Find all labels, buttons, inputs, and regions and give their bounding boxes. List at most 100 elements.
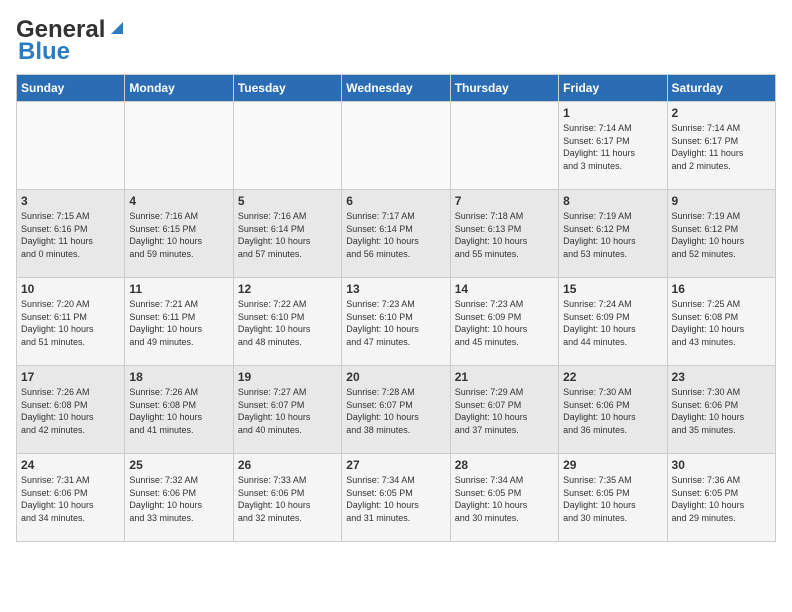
- day-cell: 25 Sunrise: 7:32 AM Sunset: 6:06 PM Dayli…: [125, 454, 233, 542]
- day-info: Sunrise: 7:15 AM Sunset: 6:16 PM Dayligh…: [21, 210, 120, 260]
- week-row-2: 3 Sunrise: 7:15 AM Sunset: 6:16 PM Daylig…: [17, 190, 776, 278]
- day-info: Sunrise: 7:30 AM Sunset: 6:06 PM Dayligh…: [672, 386, 771, 436]
- day-number: 17: [21, 370, 120, 384]
- day-cell: 22Sunrise: 7:30 AM Sunset: 6:06 PM Dayli…: [559, 366, 667, 454]
- calendar-body: 1 Sunrise: 7:14 AM Sunset: 6:17 PM Daylig…: [17, 102, 776, 542]
- day-number: 15: [563, 282, 662, 296]
- day-cell: 1 Sunrise: 7:14 AM Sunset: 6:17 PM Daylig…: [559, 102, 667, 190]
- day-cell: 5Sunrise: 7:16 AM Sunset: 6:14 PM Daylig…: [233, 190, 341, 278]
- day-cell: 10 Sunrise: 7:20 AM Sunset: 6:11 PM Dayli…: [17, 278, 125, 366]
- day-cell: 4Sunrise: 7:16 AM Sunset: 6:15 PM Daylig…: [125, 190, 233, 278]
- day-info: Sunrise: 7:19 AM Sunset: 6:12 PM Dayligh…: [563, 210, 662, 260]
- day-number: 13: [346, 282, 445, 296]
- day-info: Sunrise: 7:36 AM Sunset: 6:05 PM Dayligh…: [672, 474, 771, 524]
- day-cell: [450, 102, 558, 190]
- day-number: 24: [21, 458, 120, 472]
- day-number: 10: [21, 282, 120, 296]
- day-info: Sunrise: 7:14 AM Sunset: 6:17 PM Dayligh…: [563, 122, 662, 172]
- day-cell: 27Sunrise: 7:34 AM Sunset: 6:05 PM Dayli…: [342, 454, 450, 542]
- day-number: 29: [563, 458, 662, 472]
- day-cell: 19 Sunrise: 7:27 AM Sunset: 6:07 PM Dayli…: [233, 366, 341, 454]
- day-number: 18: [129, 370, 228, 384]
- day-cell: 12 Sunrise: 7:22 AM Sunset: 6:10 PM Dayli…: [233, 278, 341, 366]
- day-info: Sunrise: 7:34 AM Sunset: 6:05 PM Dayligh…: [455, 474, 554, 524]
- calendar-table: SundayMondayTuesdayWednesdayThursdayFrid…: [16, 74, 776, 542]
- column-header-friday: Friday: [559, 75, 667, 102]
- day-number: 19: [238, 370, 337, 384]
- day-number: 7: [455, 194, 554, 208]
- day-cell: 6Sunrise: 7:17 AM Sunset: 6:14 PM Daylig…: [342, 190, 450, 278]
- header-row: SundayMondayTuesdayWednesdayThursdayFrid…: [17, 75, 776, 102]
- day-cell: [125, 102, 233, 190]
- week-row-1: 1 Sunrise: 7:14 AM Sunset: 6:17 PM Daylig…: [17, 102, 776, 190]
- day-info: Sunrise: 7:19 AM Sunset: 6:12 PM Dayligh…: [672, 210, 771, 260]
- page-header: General Blue: [16, 16, 776, 66]
- day-info: Sunrise: 7:32 AM Sunset: 6:06 PM Dayligh…: [129, 474, 228, 524]
- day-number: 16: [672, 282, 771, 296]
- day-cell: 15 Sunrise: 7:24 AM Sunset: 6:09 PM Dayli…: [559, 278, 667, 366]
- day-number: 9: [672, 194, 771, 208]
- logo-arrow-icon: [107, 18, 127, 38]
- column-header-sunday: Sunday: [17, 75, 125, 102]
- day-cell: 2 Sunrise: 7:14 AM Sunset: 6:17 PM Daylig…: [667, 102, 775, 190]
- day-number: 20: [346, 370, 445, 384]
- day-info: Sunrise: 7:34 AM Sunset: 6:05 PM Dayligh…: [346, 474, 445, 524]
- day-number: 8: [563, 194, 662, 208]
- day-info: Sunrise: 7:30 AM Sunset: 6:06 PM Dayligh…: [563, 386, 662, 436]
- day-number: 11: [129, 282, 228, 296]
- day-cell: 20 Sunrise: 7:28 AM Sunset: 6:07 PM Dayli…: [342, 366, 450, 454]
- day-info: Sunrise: 7:14 AM Sunset: 6:17 PM Dayligh…: [672, 122, 771, 172]
- day-info: Sunrise: 7:31 AM Sunset: 6:06 PM Dayligh…: [21, 474, 120, 524]
- day-cell: 8 Sunrise: 7:19 AM Sunset: 6:12 PM Daylig…: [559, 190, 667, 278]
- day-cell: 18 Sunrise: 7:26 AM Sunset: 6:08 PM Dayli…: [125, 366, 233, 454]
- day-number: 28: [455, 458, 554, 472]
- day-cell: 24 Sunrise: 7:31 AM Sunset: 6:06 PM Dayli…: [17, 454, 125, 542]
- day-info: Sunrise: 7:27 AM Sunset: 6:07 PM Dayligh…: [238, 386, 337, 436]
- day-info: Sunrise: 7:23 AM Sunset: 6:10 PM Dayligh…: [346, 298, 445, 348]
- day-cell: 21Sunrise: 7:29 AM Sunset: 6:07 PM Dayli…: [450, 366, 558, 454]
- day-info: Sunrise: 7:26 AM Sunset: 6:08 PM Dayligh…: [129, 386, 228, 436]
- week-row-5: 24 Sunrise: 7:31 AM Sunset: 6:06 PM Dayli…: [17, 454, 776, 542]
- day-info: Sunrise: 7:26 AM Sunset: 6:08 PM Dayligh…: [21, 386, 120, 436]
- day-number: 3: [21, 194, 120, 208]
- day-info: Sunrise: 7:23 AM Sunset: 6:09 PM Dayligh…: [455, 298, 554, 348]
- column-header-thursday: Thursday: [450, 75, 558, 102]
- day-info: Sunrise: 7:22 AM Sunset: 6:10 PM Dayligh…: [238, 298, 337, 348]
- day-cell: 17 Sunrise: 7:26 AM Sunset: 6:08 PM Dayli…: [17, 366, 125, 454]
- day-info: Sunrise: 7:24 AM Sunset: 6:09 PM Dayligh…: [563, 298, 662, 348]
- column-header-monday: Monday: [125, 75, 233, 102]
- day-cell: [342, 102, 450, 190]
- week-row-3: 10 Sunrise: 7:20 AM Sunset: 6:11 PM Dayli…: [17, 278, 776, 366]
- day-info: Sunrise: 7:28 AM Sunset: 6:07 PM Dayligh…: [346, 386, 445, 436]
- day-cell: 3 Sunrise: 7:15 AM Sunset: 6:16 PM Daylig…: [17, 190, 125, 278]
- column-header-tuesday: Tuesday: [233, 75, 341, 102]
- column-header-saturday: Saturday: [667, 75, 775, 102]
- day-cell: 30 Sunrise: 7:36 AM Sunset: 6:05 PM Dayli…: [667, 454, 775, 542]
- week-row-4: 17 Sunrise: 7:26 AM Sunset: 6:08 PM Dayli…: [17, 366, 776, 454]
- day-number: 4: [129, 194, 228, 208]
- day-info: Sunrise: 7:25 AM Sunset: 6:08 PM Dayligh…: [672, 298, 771, 348]
- day-number: 5: [238, 194, 337, 208]
- day-cell: 23 Sunrise: 7:30 AM Sunset: 6:06 PM Dayli…: [667, 366, 775, 454]
- day-info: Sunrise: 7:17 AM Sunset: 6:14 PM Dayligh…: [346, 210, 445, 260]
- day-number: 25: [129, 458, 228, 472]
- day-number: 1: [563, 106, 662, 120]
- logo-blue: Blue: [18, 38, 70, 66]
- day-cell: 16 Sunrise: 7:25 AM Sunset: 6:08 PM Dayli…: [667, 278, 775, 366]
- day-cell: 28 Sunrise: 7:34 AM Sunset: 6:05 PM Dayli…: [450, 454, 558, 542]
- day-cell: 26Sunrise: 7:33 AM Sunset: 6:06 PM Dayli…: [233, 454, 341, 542]
- day-number: 14: [455, 282, 554, 296]
- day-cell: 9 Sunrise: 7:19 AM Sunset: 6:12 PM Daylig…: [667, 190, 775, 278]
- day-info: Sunrise: 7:35 AM Sunset: 6:05 PM Dayligh…: [563, 474, 662, 524]
- day-cell: [233, 102, 341, 190]
- day-number: 2: [672, 106, 771, 120]
- column-header-wednesday: Wednesday: [342, 75, 450, 102]
- day-info: Sunrise: 7:21 AM Sunset: 6:11 PM Dayligh…: [129, 298, 228, 348]
- day-number: 21: [455, 370, 554, 384]
- day-number: 30: [672, 458, 771, 472]
- calendar-header: SundayMondayTuesdayWednesdayThursdayFrid…: [17, 75, 776, 102]
- day-number: 12: [238, 282, 337, 296]
- day-number: 23: [672, 370, 771, 384]
- day-info: Sunrise: 7:20 AM Sunset: 6:11 PM Dayligh…: [21, 298, 120, 348]
- day-cell: [17, 102, 125, 190]
